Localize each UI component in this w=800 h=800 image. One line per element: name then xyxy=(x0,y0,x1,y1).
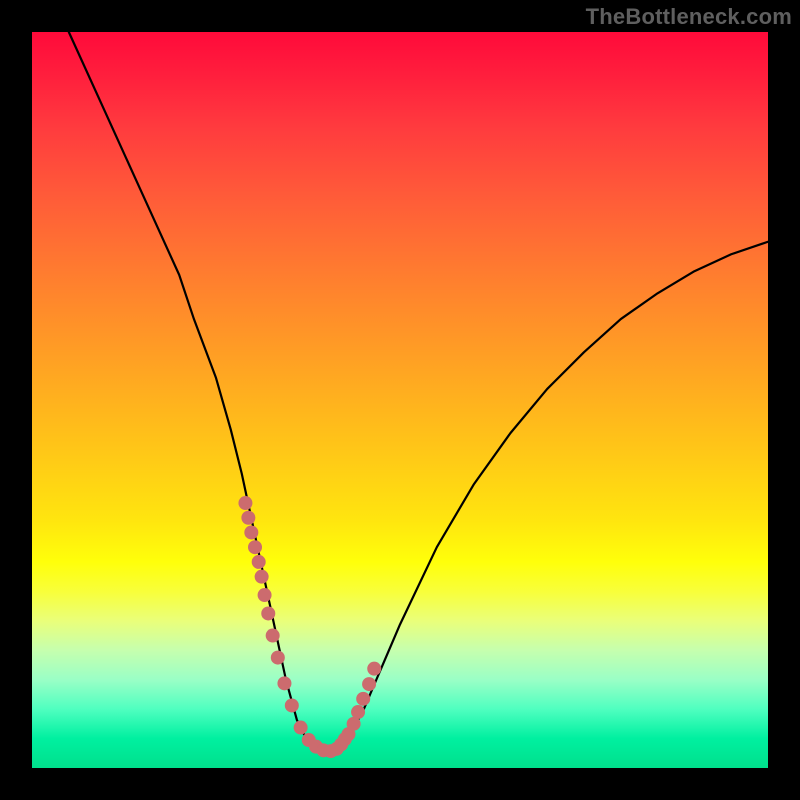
bottleneck-curve-line xyxy=(69,32,768,752)
highlight-dot xyxy=(255,570,269,584)
plot-area xyxy=(32,32,768,768)
highlight-dot xyxy=(266,629,280,643)
marker-group xyxy=(238,496,381,758)
curve-svg xyxy=(32,32,768,768)
highlight-dot xyxy=(261,606,275,620)
highlight-dot xyxy=(252,555,266,569)
highlight-dot xyxy=(277,676,291,690)
highlight-dot xyxy=(356,692,370,706)
chart-frame: TheBottleneck.com xyxy=(0,0,800,800)
highlight-dot xyxy=(351,705,365,719)
highlight-dot xyxy=(271,651,285,665)
highlight-dot xyxy=(248,540,262,554)
highlight-dot xyxy=(362,677,376,691)
highlight-dot xyxy=(294,721,308,735)
watermark-text: TheBottleneck.com xyxy=(586,4,792,30)
highlight-dot xyxy=(367,662,381,676)
highlight-dot xyxy=(258,588,272,602)
highlight-dot xyxy=(241,511,255,525)
highlight-dot xyxy=(244,525,258,539)
highlight-dot xyxy=(238,496,252,510)
highlight-dot xyxy=(285,698,299,712)
